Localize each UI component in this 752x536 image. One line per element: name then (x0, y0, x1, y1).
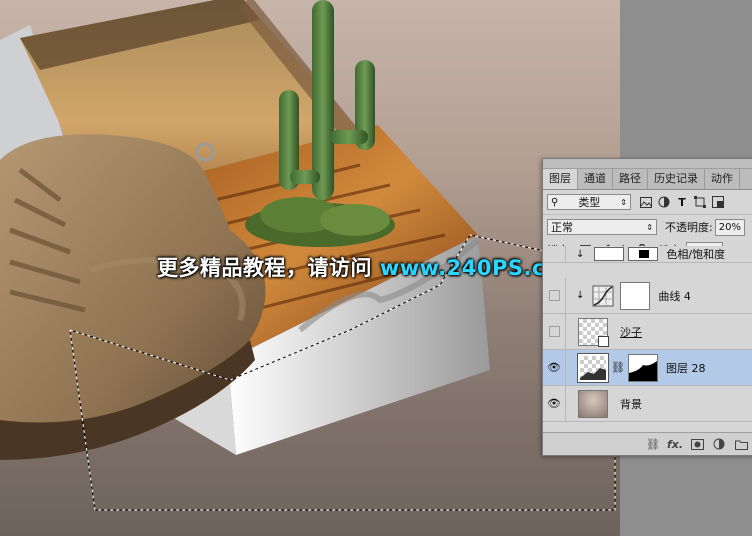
blend-row: 正常 ⇕ 不透明度: 20% (543, 215, 752, 239)
watermark-text: 更多精品教程，请访问 www.240PS.com (157, 252, 582, 282)
panel-grip[interactable] (543, 159, 752, 169)
tab-history[interactable]: 历史记录 (648, 169, 705, 189)
layer-name: 曲线 4 (658, 289, 691, 303)
layer-thumbnail (578, 389, 608, 418)
fx-icon[interactable]: fx. (667, 436, 683, 452)
layer-row-layer-28[interactable]: 👁 ⛓ 图层 28 (543, 350, 752, 386)
visibility-toggle[interactable] (543, 278, 566, 313)
clip-arrow-icon: ↓ (576, 290, 585, 301)
tab-channels[interactable]: 通道 (578, 169, 613, 189)
watermark-main: 更多精品教程，请访问 (157, 256, 380, 280)
layer-name: 色相/饱和度 (666, 248, 726, 261)
mask-icon[interactable] (689, 436, 705, 452)
visibility-toggle[interactable]: 👁 (543, 350, 566, 385)
eye-icon: 👁 (547, 361, 561, 374)
filter-kind-label: 类型 (578, 196, 601, 209)
adjustment-thumbnail (594, 247, 625, 261)
layer-name: 沙子 (620, 325, 642, 339)
layers-panel: 图层 通道 路径 历史记录 动作 ⚲ 类型 ⇕ T 正常 ⇕ 不透明度: 20%… (542, 158, 752, 456)
visibility-toggle[interactable] (543, 246, 566, 262)
hidden-box-icon (548, 290, 560, 301)
clip-arrow-icon: ↓ (576, 248, 585, 260)
search-icon: ⚲ (551, 196, 559, 208)
adjustment-filter-icon[interactable] (657, 195, 671, 209)
mask-thumbnail (628, 247, 659, 261)
layer-row-background[interactable]: 👁 背景 (543, 386, 752, 422)
mask-thumbnail (627, 353, 658, 382)
blend-mode-label: 正常 (551, 221, 573, 234)
shape-filter-icon[interactable] (693, 195, 707, 209)
layer-thumbnail (577, 352, 609, 383)
type-filter-icon[interactable]: T (675, 195, 689, 209)
opacity-label: 不透明度: (665, 221, 713, 234)
tab-actions[interactable]: 动作 (705, 169, 740, 189)
folder-icon[interactable] (733, 436, 749, 452)
tab-paths[interactable]: 路径 (613, 169, 648, 189)
blend-mode-dropdown[interactable]: 正常 ⇕ (547, 219, 657, 235)
layer-thumbnail (578, 317, 609, 347)
panel-footer: ⛓ fx. (543, 432, 752, 455)
layer-row-curves[interactable]: ↓ 曲线 4 (543, 278, 752, 314)
curves-icon (592, 285, 614, 307)
eye-icon: 👁 (547, 397, 561, 410)
filter-kind-dropdown[interactable]: ⚲ 类型 ⇕ (547, 194, 631, 210)
panel-tabs: 图层 通道 路径 历史记录 动作 (543, 169, 752, 190)
hidden-box-icon (548, 326, 560, 337)
layer-name: 图层 28 (665, 361, 706, 375)
layer-row-hue-saturation[interactable]: ↓ 色相/饱和度 (543, 246, 752, 263)
updown-icon: ⇕ (646, 222, 653, 232)
pixel-filter-icon[interactable] (639, 195, 653, 209)
link-icon[interactable]: ⛓ (645, 436, 661, 452)
smart-object-filter-icon[interactable] (711, 195, 725, 209)
opacity-field[interactable]: 20% (714, 218, 745, 236)
visibility-toggle[interactable] (543, 314, 566, 349)
filter-row: ⚲ 类型 ⇕ T (543, 190, 752, 215)
document-canvas[interactable]: 更多精品教程，请访问 www.240PS.com (0, 0, 620, 536)
tab-layers[interactable]: 图层 (543, 169, 578, 189)
visibility-toggle[interactable]: 👁 (543, 386, 566, 421)
updown-icon: ⇕ (620, 197, 627, 207)
layer-name: 背景 (620, 397, 642, 411)
chain-link-icon[interactable]: ⛓ (611, 361, 625, 374)
mask-thumbnail (620, 281, 651, 310)
smart-object-icon (598, 335, 609, 347)
adjustment-icon[interactable] (711, 436, 727, 452)
layer-row-sand[interactable]: 沙子 (543, 314, 752, 350)
